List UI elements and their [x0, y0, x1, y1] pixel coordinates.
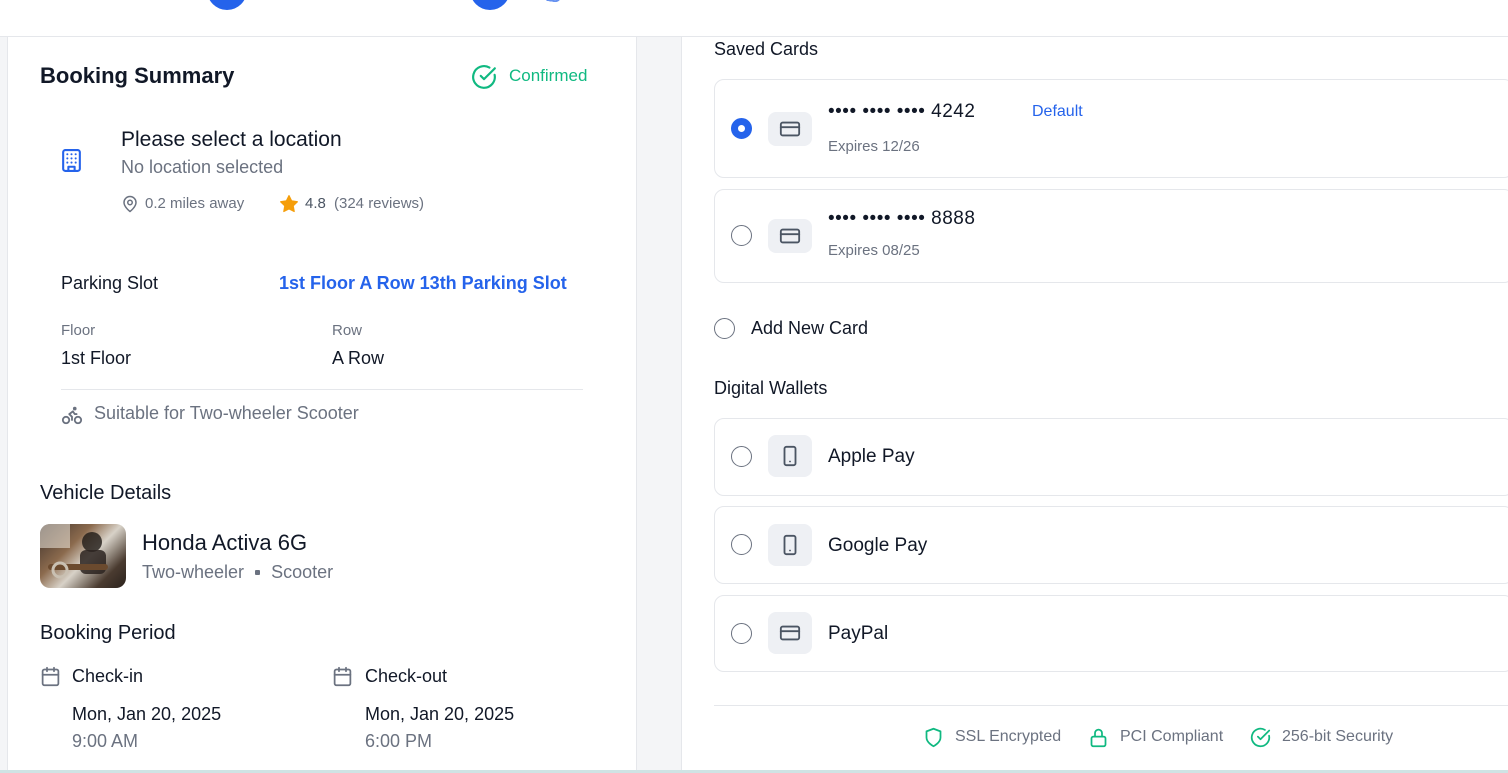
location-name: Please select a location: [121, 128, 342, 151]
checkin-date: Mon, Jan 20, 2025: [72, 704, 222, 724]
vehicle-suitability: Suitable for Two-wheeler Scooter: [94, 403, 359, 423]
floor-label: Floor: [61, 322, 96, 339]
location-subtitle: No location selected: [121, 157, 284, 177]
smartphone-icon: [783, 445, 797, 467]
card-icon-box: [768, 219, 812, 253]
card-number: •••• •••• •••• 8888: [828, 208, 976, 229]
building-icon: [62, 149, 81, 172]
vehicle-details-title: Vehicle Details: [40, 482, 172, 504]
security-badge-ssl: SSL Encrypted: [955, 728, 1062, 745]
calendar-icon: [41, 666, 60, 687]
progress-stepper: [0, 0, 1508, 37]
location-distance: 0.2 miles away: [145, 195, 245, 212]
checkout-time: 6:00 PM: [365, 731, 433, 751]
card-number: •••• •••• •••• 4242: [828, 101, 976, 122]
location-rating: 4.8: [305, 195, 326, 212]
row-label: Row: [332, 322, 363, 339]
checkin-label: Check-in: [72, 666, 144, 686]
smartphone-icon: [783, 534, 797, 556]
shield-icon: [925, 727, 942, 748]
wallet-label: Google Pay: [828, 535, 928, 556]
credit-card-icon: [779, 121, 801, 137]
checkout-label: Check-out: [365, 666, 448, 686]
status-badge: Confirmed: [509, 66, 588, 85]
map-pin-icon: [123, 195, 137, 213]
credit-card-icon: [779, 625, 801, 641]
bike-icon: [61, 406, 83, 425]
security-badge-256bit: 256-bit Security: [1282, 728, 1394, 745]
credit-card-icon: [779, 228, 801, 244]
default-badge: Default: [1032, 103, 1083, 120]
wallet-icon-box: [768, 612, 812, 654]
checkout-date: Mon, Jan 20, 2025: [365, 704, 515, 724]
separator-dot: [255, 569, 261, 575]
checkin-time: 9:00 AM: [72, 731, 139, 751]
card-expiry: Expires 12/26: [828, 138, 920, 155]
check-circle-icon: [472, 65, 496, 89]
location-reviews: (324 reviews): [334, 195, 425, 212]
wallet-label: PayPal: [828, 623, 889, 644]
booking-period-title: Booking Period: [40, 622, 176, 644]
vehicle-photo: [40, 524, 126, 588]
add-card-radio[interactable]: [714, 318, 735, 339]
row-value: A Row: [332, 348, 385, 368]
wallet-label: Apple Pay: [828, 446, 915, 467]
add-new-card-label[interactable]: Add New Card: [751, 318, 868, 339]
saved-card-option[interactable]: [714, 79, 1508, 178]
wallet-radio[interactable]: [731, 446, 752, 467]
check-circle-icon: [1250, 727, 1271, 748]
star-icon: [280, 195, 298, 213]
saved-card-option[interactable]: [714, 189, 1508, 283]
step-indicator-2: [470, 0, 510, 10]
parking-slot-value: 1st Floor A Row 13th Parking Slot: [279, 273, 567, 293]
card-radio-selected[interactable]: [731, 118, 752, 139]
card-radio[interactable]: [731, 225, 752, 246]
step-label-fragment: [546, 0, 562, 3]
security-badge-pci: PCI Compliant: [1120, 728, 1224, 745]
floor-value: 1st Floor: [61, 348, 132, 368]
vehicle-type: Two-wheeler Scooter: [142, 562, 333, 583]
card-icon-box: [768, 112, 812, 146]
booking-summary-title: Booking Summary: [40, 63, 235, 88]
lock-icon: [1090, 728, 1107, 748]
wallet-icon-box: [768, 524, 812, 566]
security-divider: [714, 705, 1508, 706]
saved-cards-title: Saved Cards: [714, 39, 819, 59]
step-indicator-1: [207, 0, 247, 10]
card-expiry: Expires 08/25: [828, 242, 920, 259]
parking-slot-label: Parking Slot: [61, 273, 159, 293]
calendar-icon: [333, 666, 352, 687]
digital-wallets-title: Digital Wallets: [714, 378, 828, 398]
vehicle-name: Honda Activa 6G: [142, 530, 308, 555]
vehicle-type-secondary: Scooter: [271, 562, 334, 582]
wallet-icon-box: [768, 435, 812, 477]
wallet-radio[interactable]: [731, 534, 752, 555]
wallet-radio[interactable]: [731, 623, 752, 644]
slot-divider: [61, 389, 583, 390]
vehicle-type-primary: Two-wheeler: [142, 562, 245, 582]
